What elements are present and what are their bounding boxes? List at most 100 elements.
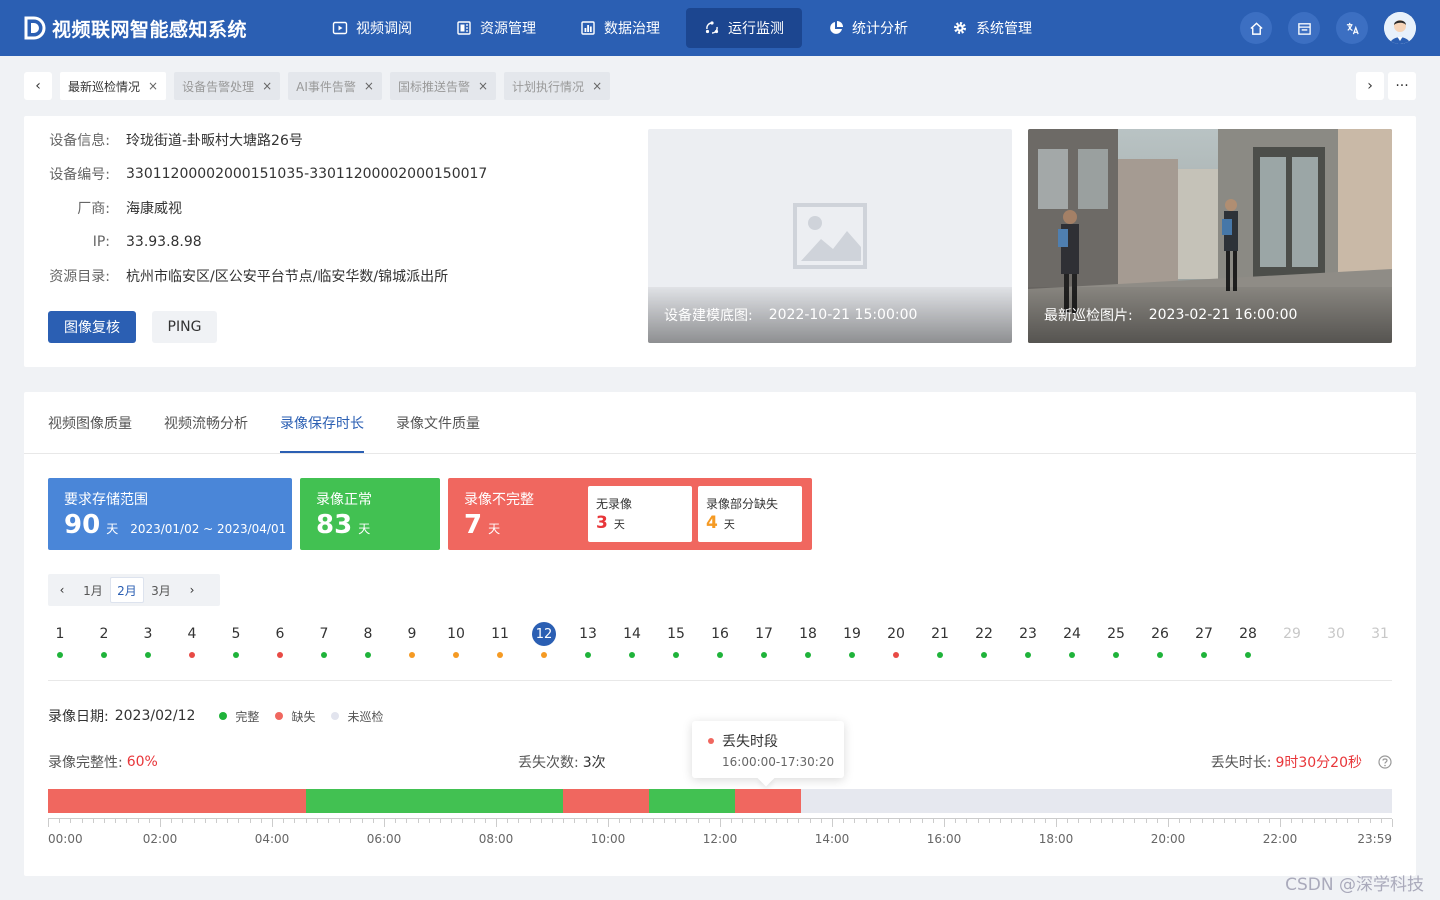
close-icon[interactable]: × (364, 79, 374, 93)
no-record-unit: 天 (613, 518, 625, 531)
lost-count-label: 丢失次数: (518, 755, 579, 771)
timeline-segment-missing[interactable] (735, 789, 802, 813)
day-item[interactable]: 21 (922, 622, 958, 658)
model-image-time: 2022-10-21 15:00:00 (768, 307, 918, 323)
day-item[interactable]: 18 (790, 622, 826, 658)
nav-item-5[interactable]: 统计分析 (810, 8, 926, 48)
month-option[interactable]: 2月 (110, 577, 144, 603)
analysis-tab-4[interactable]: 录像文件质量 (396, 392, 480, 453)
month-next-button[interactable]: › (178, 583, 206, 597)
day-item[interactable]: 28 (1230, 622, 1266, 658)
partial-missing-stat[interactable]: 录像部分缺失 4 天 (698, 486, 802, 542)
image-review-button[interactable]: 图像复核 (48, 311, 136, 343)
month-prev-button[interactable]: ‹ (48, 583, 76, 597)
timeline-tick (753, 819, 755, 823)
day-item[interactable]: 4 (174, 622, 210, 658)
day-item[interactable]: 10 (438, 622, 474, 658)
nav-item-label: 运行监测 (728, 21, 784, 37)
help-icon[interactable] (1378, 755, 1392, 769)
close-icon[interactable]: × (148, 79, 158, 93)
nav-item-2[interactable]: 资源管理 (438, 8, 554, 48)
timeline-segment-missing[interactable] (48, 789, 306, 813)
chevron-left-icon: ‹ (59, 583, 65, 597)
tabs-scroll-right-button[interactable]: › (1356, 72, 1384, 100)
day-item[interactable]: 14 (614, 622, 650, 658)
day-item[interactable]: 11 (482, 622, 518, 658)
day-item[interactable]: 25 (1098, 622, 1134, 658)
day-number: 18 (799, 626, 817, 642)
nav-item-6[interactable]: 系统管理 (934, 8, 1050, 48)
home-button[interactable] (1240, 12, 1272, 44)
nav-item-4[interactable]: 运行监测 (686, 8, 802, 48)
analysis-tab-2[interactable]: 视频流畅分析 (164, 392, 248, 453)
day-item[interactable]: 5 (218, 622, 254, 658)
day-item[interactable]: 19 (834, 622, 870, 658)
page-tab-4[interactable]: 国标推送告警 × (389, 72, 497, 100)
record-timeline[interactable] (48, 789, 1392, 813)
day-item[interactable]: 26 (1142, 622, 1178, 658)
language-button[interactable] (1336, 12, 1368, 44)
timeline-ruler (48, 818, 1393, 827)
day-item[interactable]: 23 (1010, 622, 1046, 658)
user-avatar[interactable] (1384, 12, 1416, 44)
timeline-tick (1235, 819, 1237, 823)
day-item[interactable]: 9 (394, 622, 430, 658)
timeline-tick (328, 819, 329, 823)
close-icon[interactable]: × (478, 79, 488, 93)
tabs-scroll-left-button[interactable]: ‹ (24, 72, 52, 100)
month-option[interactable]: 3月 (144, 577, 178, 603)
day-item[interactable]: 20 (878, 622, 914, 658)
latest-image-label: 最新巡检图片: (1044, 308, 1133, 324)
day-item[interactable]: 22 (966, 622, 1002, 658)
no-record-stat[interactable]: 无录像 3 天 (588, 486, 692, 542)
month-option[interactable]: 1月 (76, 577, 110, 603)
timeline-tick (888, 819, 889, 823)
page-tab-1[interactable]: 最新巡检情况 × (60, 72, 167, 100)
day-item[interactable]: 16 (702, 622, 738, 658)
device-info-row: IP: 33.93.8.98 (48, 232, 202, 252)
timeline-segment-complete[interactable] (648, 789, 736, 813)
day-number: 23 (1019, 626, 1037, 642)
model-base-image[interactable]: 设备建模底图: 2022-10-21 15:00:00 (648, 129, 1012, 343)
day-item[interactable]: 1 (42, 622, 78, 658)
timeline-tick (1392, 819, 1393, 827)
timeline-tick-label: 00:00 (48, 832, 83, 846)
day-item[interactable]: 24 (1054, 622, 1090, 658)
day-item[interactable]: 12 (526, 622, 562, 658)
day-item[interactable]: 8 (350, 622, 386, 658)
day-item[interactable]: 15 (658, 622, 694, 658)
timeline-tick (1044, 819, 1046, 823)
nav-item-1[interactable]: 视频调阅 (314, 8, 430, 48)
ping-button[interactable]: PING (152, 311, 217, 343)
timeline-segment-complete[interactable] (305, 789, 564, 813)
day-item[interactable]: 27 (1186, 622, 1222, 658)
page-tab-3[interactable]: AI事件告警 × (288, 72, 382, 100)
tabs-more-button[interactable]: ··· (1388, 72, 1416, 100)
calendar-icon (1297, 22, 1311, 35)
day-status-dot (849, 652, 855, 658)
day-status-dot (497, 652, 503, 658)
analysis-tab-3[interactable]: 录像保存时长 (280, 392, 364, 453)
timeline-segment-missing[interactable] (563, 789, 649, 813)
calendar-button[interactable] (1288, 12, 1320, 44)
day-item[interactable]: 2 (86, 622, 122, 658)
nav-item-3[interactable]: 数据治理 (562, 8, 678, 48)
day-status-dot (233, 652, 239, 658)
close-icon[interactable]: × (592, 79, 602, 93)
app-logo[interactable]: 视频联网智能感知系统 (24, 15, 314, 42)
analysis-tab-1[interactable]: 视频图像质量 (48, 392, 132, 453)
day-status-dot (101, 652, 107, 658)
day-item[interactable]: 17 (746, 622, 782, 658)
page-tab-label: AI事件告警 (296, 79, 356, 94)
day-item[interactable]: 7 (306, 622, 342, 658)
device-info-label: 设备信息: (49, 133, 110, 149)
day-item[interactable]: 6 (262, 622, 298, 658)
timeline-tick (204, 819, 206, 823)
page-tab-5[interactable]: 计划执行情况 × (504, 72, 611, 100)
latest-inspection-image[interactable]: 最新巡检图片: 2023-02-21 16:00:00 (1028, 129, 1392, 343)
close-icon[interactable]: × (262, 79, 272, 93)
day-status-dot (541, 652, 547, 658)
day-item[interactable]: 13 (570, 622, 606, 658)
page-tab-2[interactable]: 设备告警处理 × (174, 72, 281, 100)
day-item[interactable]: 3 (130, 622, 166, 658)
